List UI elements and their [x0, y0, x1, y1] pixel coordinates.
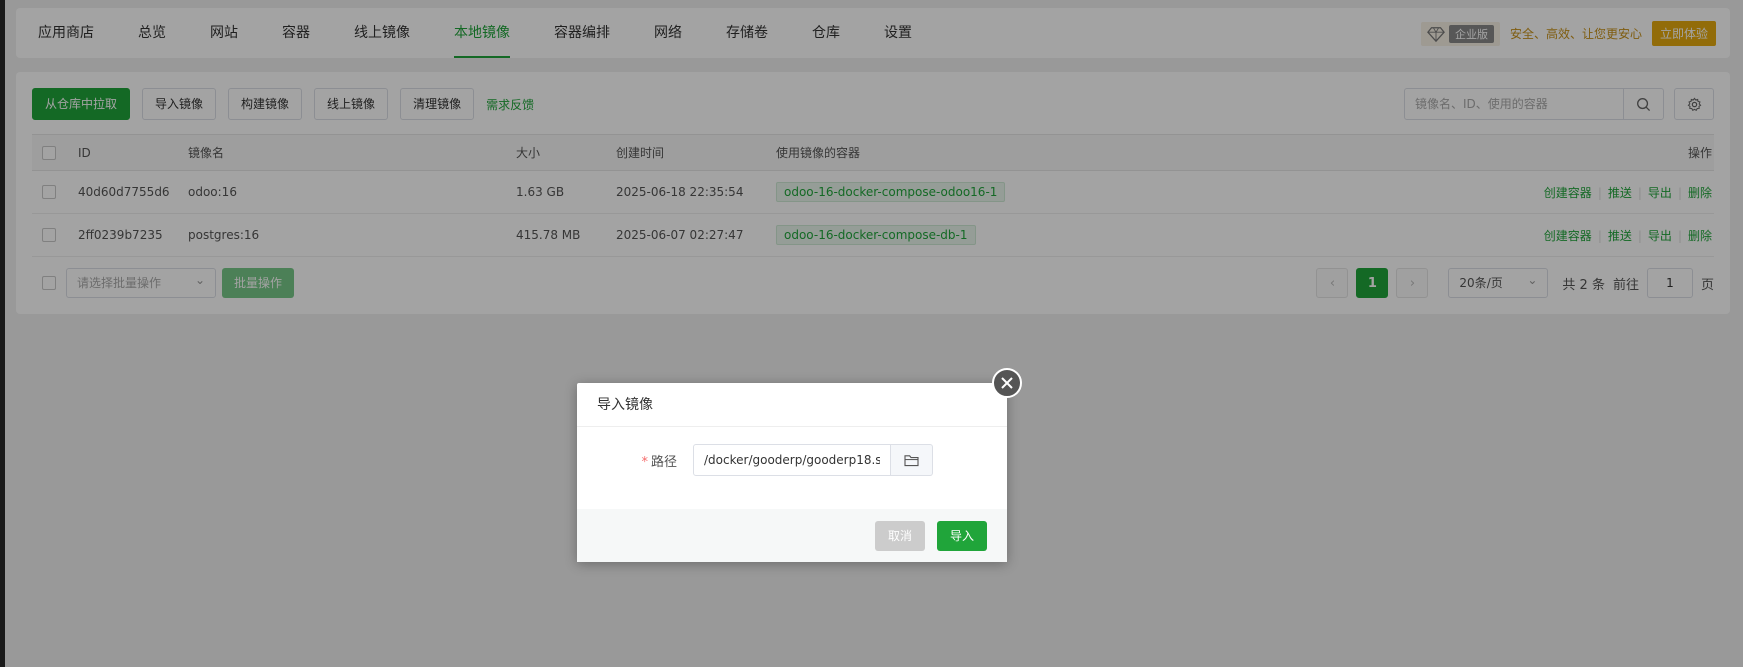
import-image-dialog: 导入镜像 *路径 取消 导入 [577, 383, 1007, 562]
required-mark: * [641, 455, 648, 470]
cancel-button[interactable]: 取消 [874, 520, 925, 551]
browse-folder-button[interactable] [891, 444, 933, 476]
path-field-label: * 路径 [637, 451, 677, 470]
modal-overlay[interactable] [0, 0, 1743, 667]
path-input[interactable] [693, 444, 891, 476]
dialog-footer: 取消 导入 [577, 509, 1007, 562]
dialog-body: * 路径 [577, 427, 1007, 509]
folder-icon [904, 454, 919, 466]
path-label-text: 路径 [650, 455, 677, 470]
dialog-title: 导入镜像 [577, 383, 1007, 427]
import-button[interactable]: 导入 [936, 520, 987, 551]
close-dialog-button[interactable] [992, 368, 1022, 398]
close-icon [1001, 377, 1013, 389]
